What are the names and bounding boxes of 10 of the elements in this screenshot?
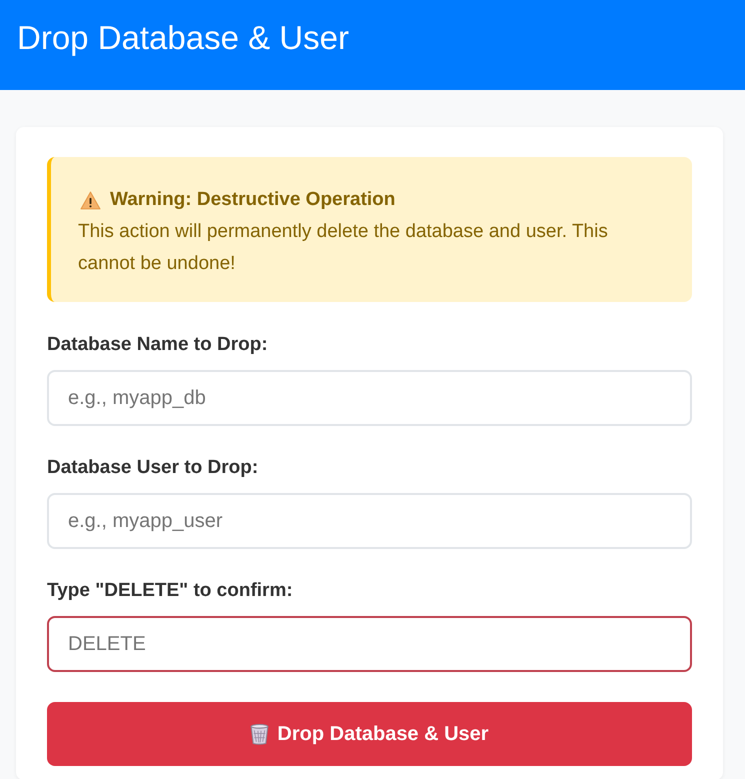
field-label: Type "DELETE" to confirm: xyxy=(47,579,294,603)
page-title: Drop Database & User xyxy=(17,19,349,57)
warning-message: This action will permanently delete the database and user. This cannot be undone! xyxy=(78,220,609,276)
text-input-field[interactable]: DELETE xyxy=(47,616,692,672)
drop-button[interactable]: Drop Database & User xyxy=(47,702,692,766)
warning-title: Warning: Destructive Operation xyxy=(110,188,396,212)
field-label: Database Name to Drop: xyxy=(47,333,269,357)
field-label: Database User to Drop: xyxy=(47,456,260,480)
wastebasket-icon xyxy=(250,724,270,744)
warning-icon xyxy=(80,190,101,210)
